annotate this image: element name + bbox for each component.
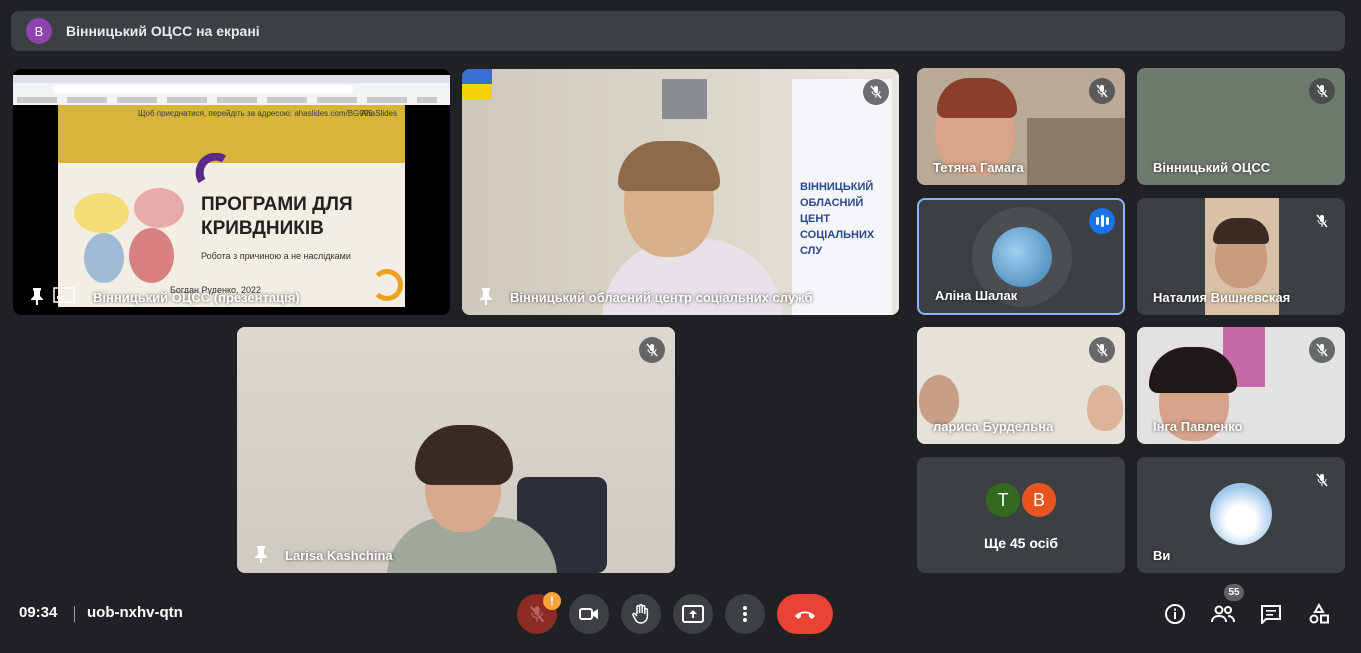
participant-name: Тетяна Гамага <box>933 160 1024 175</box>
participant-name: Вінницький обласний центр соціальних слу… <box>510 290 813 305</box>
participant-tile-tetiana[interactable]: Тетяна Гамага <box>917 68 1125 185</box>
present-button[interactable] <box>673 594 713 634</box>
presentation-tile[interactable]: Щоб приєднатися, перейдіть за адресою: a… <box>13 69 450 315</box>
mic-off-icon <box>529 605 545 623</box>
slide-title: ПРОГРАМИ ДЛЯ КРИВДНИКІВ <box>201 193 353 241</box>
more-icon <box>743 606 747 622</box>
people-count-badge: 55 <box>1224 584 1244 601</box>
participant-tile-vinn-ocss[interactable]: Вінницький ОЦСС <box>1137 68 1345 185</box>
participant-name: лариса Бурдельна <box>933 419 1054 434</box>
leave-call-button[interactable] <box>777 594 833 634</box>
participant-name: Наталия Вишневская <box>1153 290 1291 305</box>
participant-tile-inga[interactable]: Інга Павленко <box>1137 327 1345 444</box>
mic-off-icon <box>1089 337 1115 363</box>
participant-tile-center[interactable]: ВІННИЦЬКИЙ ОБЛАСНИЙ ЦЕНТ СОЦІАЛЬНИХ СЛУ … <box>462 69 899 315</box>
activities-icon <box>1309 603 1329 624</box>
avatar-letter-2: В <box>1020 481 1058 519</box>
participant-name: Ви <box>1153 548 1171 563</box>
mic-off-icon <box>639 337 665 363</box>
presenting-banner[interactable]: В Вінницький ОЦСС на екрані <box>11 11 1345 51</box>
slide-subtitle: Робота з причиною а не наслідками <box>201 251 351 261</box>
meeting-time: 09:34 <box>19 604 58 621</box>
activities-button[interactable] <box>1305 600 1333 628</box>
people-button[interactable] <box>1209 600 1237 628</box>
pin-icon[interactable] <box>253 545 269 563</box>
avatar <box>1210 483 1272 545</box>
meeting-code[interactable]: uob-nxhv-qtn <box>87 604 183 621</box>
pin-icon[interactable] <box>29 287 45 305</box>
camera-icon <box>579 608 598 620</box>
slide-title-line1: ПРОГРАМИ ДЛЯ <box>201 194 353 215</box>
others-label: Ще 45 осіб <box>983 535 1059 551</box>
participant-tile-natalia[interactable]: Наталия Вишневская <box>1137 198 1345 315</box>
avatar <box>992 227 1052 287</box>
camera-toggle-button[interactable] <box>569 594 609 634</box>
mic-off-icon <box>1309 337 1335 363</box>
slide-title-line2: КРИВДНИКІВ <box>201 218 324 239</box>
control-bar: 09:34 uob-nxhv-qtn ! 55 <box>0 580 1361 653</box>
slide-brand: AhaSlides <box>360 109 397 118</box>
presentation-icon <box>53 287 75 303</box>
mic-off-icon <box>1309 467 1335 493</box>
hand-icon <box>632 604 649 624</box>
shared-browser-chrome <box>13 75 450 105</box>
self-tile[interactable]: Ви <box>1137 457 1345 573</box>
raise-hand-button[interactable] <box>621 594 661 634</box>
participant-name: Вінницький ОЦСС <box>1153 160 1271 175</box>
participant-tile-alina[interactable]: Аліна Шалак <box>917 198 1125 315</box>
more-options-button[interactable] <box>725 594 765 634</box>
present-icon <box>682 605 704 623</box>
participant-name: Larisa Kashchina <box>285 548 393 563</box>
person-hair <box>937 78 1017 118</box>
info-icon <box>1165 604 1185 624</box>
presenting-banner-text: Вінницький ОЦСС на екрані <box>66 23 260 39</box>
person-head-2 <box>1087 385 1123 431</box>
person-head-1 <box>919 375 959 425</box>
mic-off-icon <box>1309 208 1335 234</box>
slide-arc-decoration <box>195 153 227 184</box>
chat-button[interactable] <box>1257 600 1285 628</box>
slide-illustration <box>64 173 184 303</box>
presenter-avatar: В <box>26 18 52 44</box>
participant-tile-larisa[interactable]: Larisa Kashchina <box>237 327 675 573</box>
slide-join-url: Щоб приєднатися, перейдіть за адресою: a… <box>138 109 373 118</box>
meeting-details-button[interactable] <box>1161 600 1189 628</box>
mic-off-icon <box>863 79 889 105</box>
participant-name: Інга Павленко <box>1153 419 1243 434</box>
ukraine-flag <box>462 69 492 99</box>
participant-name: Вінницький ОЦСС (презентація) <box>93 290 300 305</box>
avatar-letter-1: Т <box>984 481 1022 519</box>
frame-left <box>662 79 707 119</box>
people-icon <box>1211 605 1235 623</box>
mic-warning-badge: ! <box>543 592 561 610</box>
poster-banner: ВІННИЦЬКИЙ ОБЛАСНИЙ ЦЕНТ СОЦІАЛЬНИХ СЛУ <box>792 79 892 315</box>
shared-slide: Щоб приєднатися, перейдіть за адресою: a… <box>58 105 405 307</box>
chat-icon <box>1261 605 1281 624</box>
participant-tile-larysa-b[interactable]: лариса Бурдельна <box>917 327 1125 444</box>
participant-name: Аліна Шалак <box>935 288 1018 303</box>
sofa <box>1027 118 1125 185</box>
hangup-icon <box>795 611 815 619</box>
speaking-indicator-icon <box>1089 208 1115 234</box>
pin-icon[interactable] <box>478 287 494 305</box>
slide-logo <box>371 269 403 301</box>
mic-off-icon <box>1309 78 1335 104</box>
mic-off-icon <box>1089 78 1115 104</box>
divider <box>74 606 75 622</box>
others-tile[interactable]: Т В Ще 45 осіб <box>917 457 1125 573</box>
